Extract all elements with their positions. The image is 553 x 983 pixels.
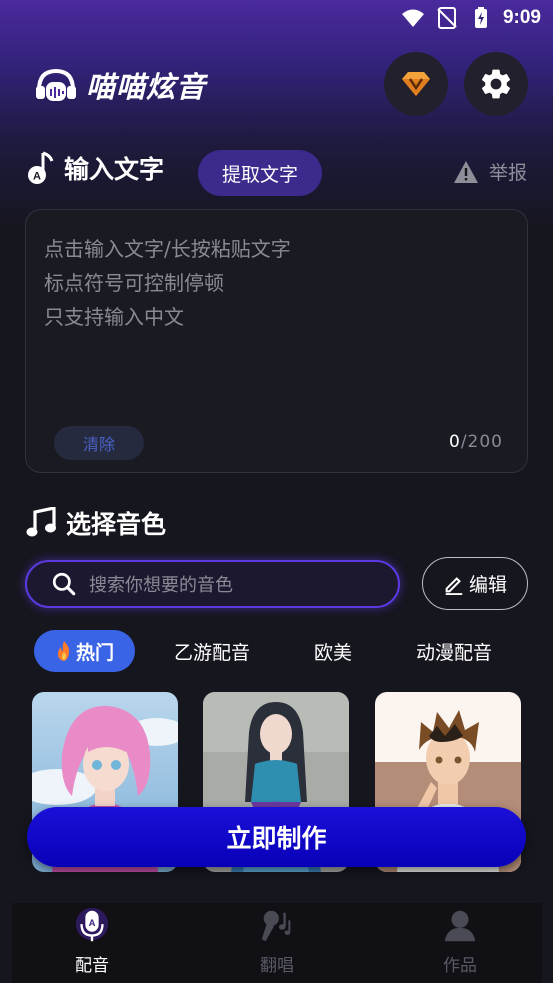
character-counter: 0/200 xyxy=(449,432,503,452)
nav-label: 配音 xyxy=(75,956,109,976)
voice-section-title: 选择音色 xyxy=(66,510,167,539)
placeholder-line: 只支持输入中文 xyxy=(44,305,184,329)
clear-button[interactable]: 清除 xyxy=(54,426,144,460)
diamond-icon xyxy=(402,72,430,96)
svg-text:A: A xyxy=(33,171,41,183)
voice-search-input[interactable]: 搜索你想要的音色 xyxy=(25,560,400,608)
tab-hot[interactable]: 热门 xyxy=(34,630,135,672)
input-section-title: 输入文字 xyxy=(64,155,165,184)
tab-label: 动漫配音 xyxy=(415,641,492,664)
user-icon xyxy=(441,907,479,945)
report-button[interactable]: 举报 xyxy=(453,158,527,185)
tab-label: 乙游配音 xyxy=(173,641,250,664)
battery-charging-icon xyxy=(474,7,487,28)
nav-label: 翻唱 xyxy=(260,956,294,976)
status-icons: 9:09 xyxy=(401,6,541,30)
gear-icon xyxy=(481,69,511,99)
music-note-a-icon: A xyxy=(28,151,54,184)
wifi-icon xyxy=(401,9,424,27)
make-now-button[interactable]: 立即制作 xyxy=(27,807,526,867)
warning-icon xyxy=(453,160,478,183)
tab-otome-voice[interactable]: 乙游配音 xyxy=(160,630,264,672)
edit-label: 编辑 xyxy=(468,574,507,596)
character-count-current: 0 xyxy=(448,432,461,452)
search-icon xyxy=(52,572,76,596)
app-logo: 喵喵炫音 xyxy=(34,64,206,106)
nav-item-dubbing[interactable]: A 配音 xyxy=(32,903,152,983)
nav-item-works[interactable]: 作品 xyxy=(400,903,520,983)
search-placeholder: 搜索你想要的音色 xyxy=(89,575,233,596)
text-input-placeholder: 点击输入文字/长按粘贴文字 标点符号可控制停顿 只支持输入中文 xyxy=(44,232,291,334)
tab-western[interactable]: 欧美 xyxy=(300,630,366,672)
report-label: 举报 xyxy=(488,162,527,184)
nav-item-cover[interactable]: 翻唱 xyxy=(217,903,337,983)
placeholder-line: 标点符号可控制停顿 xyxy=(44,271,224,295)
pencil-icon xyxy=(445,576,463,595)
input-text-title-row: A 输入文字 xyxy=(26,150,164,186)
bottom-navigation: A 配音 翻唱 作品 xyxy=(12,903,542,983)
svg-text:A: A xyxy=(89,918,96,929)
tab-label: 热门 xyxy=(75,641,114,664)
status-bar: 9:09 xyxy=(0,0,553,38)
extract-text-button[interactable]: 提取文字 xyxy=(198,150,322,196)
microphone-icon: A xyxy=(73,907,111,945)
text-input-area[interactable]: 点击输入文字/长按粘贴文字 标点符号可控制停顿 只支持输入中文 清除 0/200 xyxy=(25,209,528,473)
sing-microphone-icon xyxy=(258,907,296,945)
settings-button[interactable] xyxy=(464,52,528,116)
music-notes-icon xyxy=(26,507,56,537)
headphones-cat-icon xyxy=(36,68,76,101)
character-count-max: /200 xyxy=(460,432,503,452)
voice-category-tabs: 热门 乙游配音 欧美 动漫配音 xyxy=(0,630,553,672)
tab-label: 欧美 xyxy=(313,641,352,664)
nav-label: 作品 xyxy=(443,956,477,976)
tab-anime-voice[interactable]: 动漫配音 xyxy=(402,630,506,672)
fire-icon xyxy=(57,641,70,661)
app-header: 喵喵炫音 xyxy=(0,50,553,120)
voice-title-row: 选择音色 xyxy=(26,505,166,541)
edit-button[interactable]: 编辑 xyxy=(422,557,528,610)
app-name: 喵喵炫音 xyxy=(86,70,207,104)
no-signal-icon xyxy=(437,7,457,29)
placeholder-line: 点击输入文字/长按粘贴文字 xyxy=(44,237,291,261)
clock-time: 9:09 xyxy=(502,7,541,28)
vip-button[interactable] xyxy=(384,52,448,116)
